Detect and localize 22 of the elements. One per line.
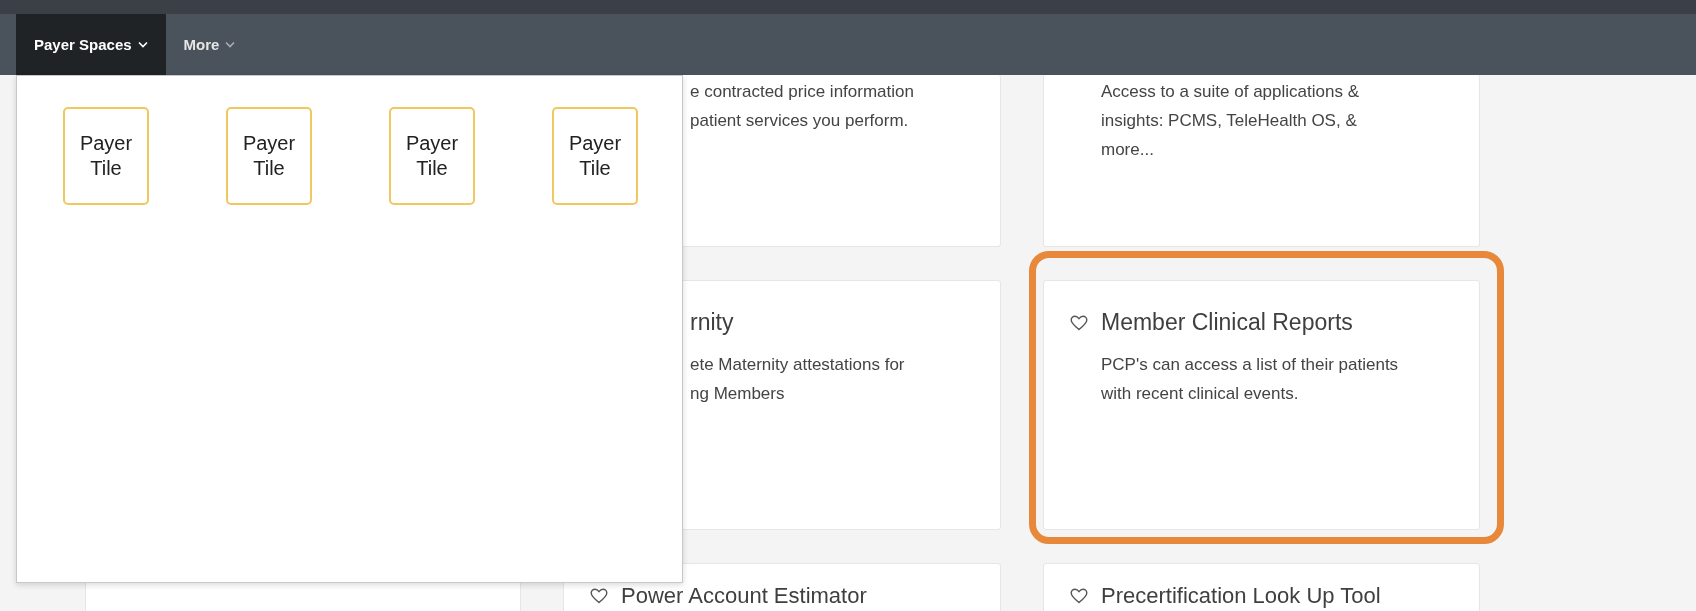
payer-tile[interactable]: Payer Tile — [389, 107, 475, 205]
card-description: Access to a suite of applications & insights: PCMS, TeleHealth OS, & more... — [1101, 81, 1360, 161]
nav-tab[interactable]: More — [165, 14, 254, 75]
card-title: Power Account Estimator — [621, 583, 867, 608]
heart-icon[interactable] — [1070, 587, 1088, 604]
app-card[interactable]: Member Clinical Reports PCP's can access a list of their patients with recent clinical events. — [1043, 280, 1480, 530]
card-description: ete Maternity attestations for ng Members — [690, 354, 906, 405]
card-description: PCP's can access a list of their patients with recent clinical events. — [1100, 354, 1400, 405]
card-title: Precertification Look Up Tool — [1101, 583, 1381, 608]
heart-icon[interactable] — [590, 587, 608, 604]
card-title: rnity — [690, 309, 734, 336]
card-description: e contracted price information patient services you perform. — [690, 81, 915, 132]
app-card[interactable]: Access to a suite of applications & insights: PCMS, TeleHealth OS, & more... — [1043, 75, 1480, 247]
card-title: Member Clinical Reports — [1101, 309, 1353, 336]
chevron-down-icon — [137, 41, 148, 48]
app-card[interactable]: Precertification Look Up Tool — [1043, 563, 1480, 611]
nav-tab[interactable]: Payer Spaces — [16, 14, 166, 75]
chevron-down-icon — [225, 41, 236, 48]
payer-tile[interactable]: Payer Tile — [552, 107, 638, 205]
payer-tile[interactable]: Payer Tile — [226, 107, 312, 205]
heart-icon[interactable] — [1070, 314, 1088, 331]
payer-tile[interactable]: Payer Tile — [63, 107, 149, 205]
